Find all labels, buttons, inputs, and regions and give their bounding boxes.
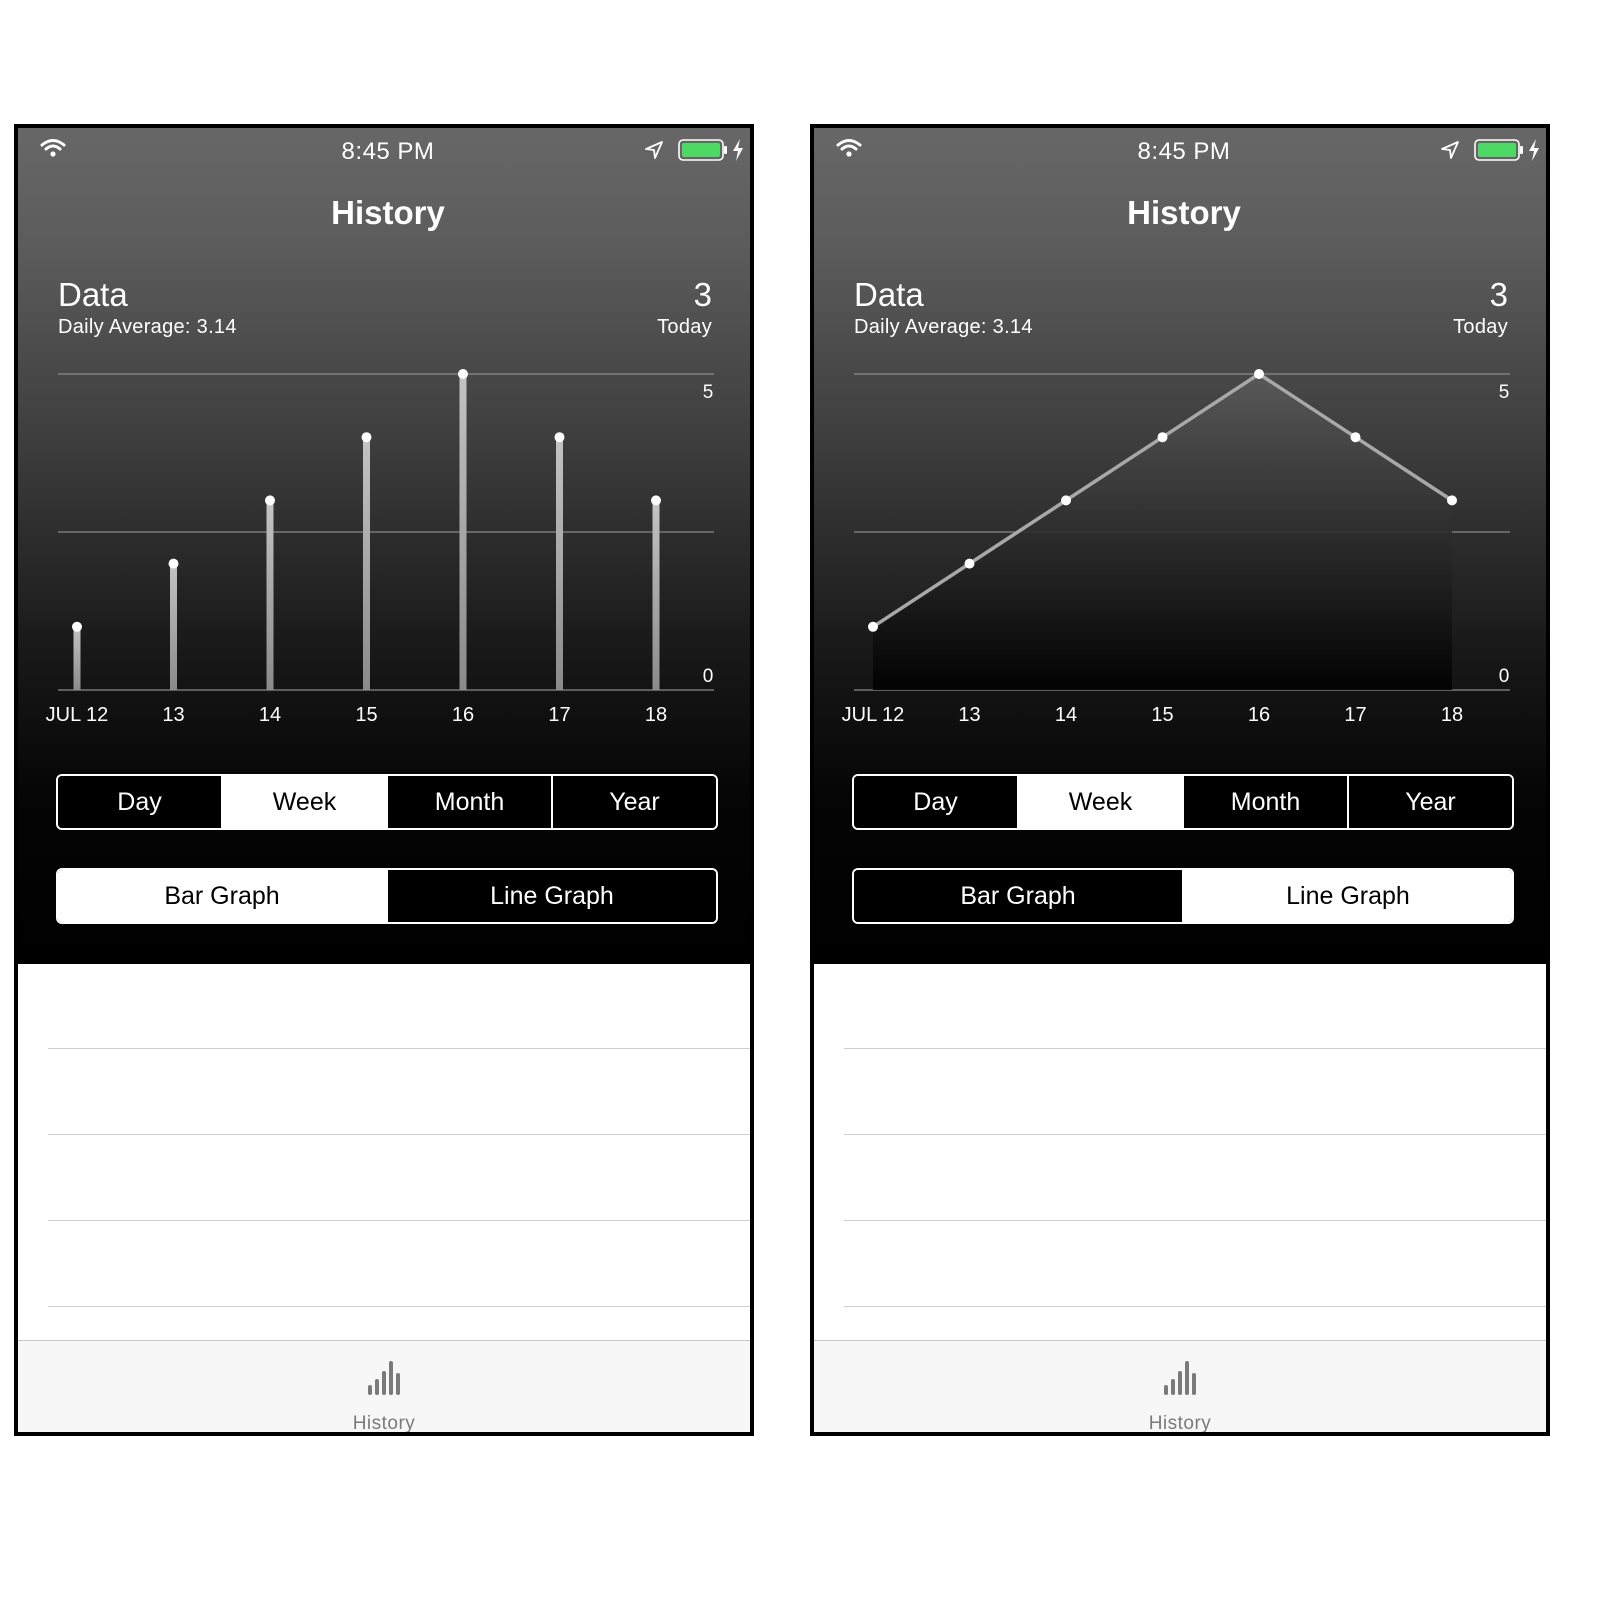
x-tick-label: 18	[1441, 704, 1463, 726]
x-tick-label: 16	[452, 704, 474, 726]
range-month-button[interactable]: Month	[1182, 776, 1347, 828]
x-tick-label: JUL 12	[46, 704, 109, 726]
x-tick-label: 16	[1248, 704, 1270, 726]
x-tick-label: JUL 12	[842, 704, 905, 726]
history-list	[18, 964, 750, 1340]
bar	[266, 500, 274, 690]
data-point	[868, 621, 878, 632]
tab-history[interactable]: History	[814, 1341, 1546, 1434]
list-separator	[48, 1220, 750, 1221]
bar-chart: 5 0 JUL 12 13 14 15 16 17 18	[46, 369, 714, 726]
x-tick-label: 14	[1055, 704, 1077, 726]
list-separator	[844, 1134, 1546, 1135]
data-point	[964, 558, 975, 569]
graph-bar-graph-button[interactable]: Bar Graph	[58, 870, 386, 922]
graph-type-segmented-control: Bar Graph Line Graph	[56, 868, 718, 924]
list-separator	[844, 1048, 1546, 1049]
tab-bar: History	[18, 1340, 750, 1434]
bar	[652, 500, 660, 690]
data-point	[361, 432, 372, 443]
x-tick-label: 15	[355, 704, 377, 726]
range-segmented-control: Day Week Month Year	[56, 774, 718, 830]
bar	[363, 437, 370, 690]
graph-bar-graph-button[interactable]: Bar Graph	[854, 870, 1182, 922]
line-chart: 5 0 JUL 12 13 14 15 16 17 18	[842, 369, 1510, 726]
phone-screen-bar-graph: 8:45 PM History Data Daily Average: 3.14…	[14, 124, 754, 1436]
y-tick-label: 5	[703, 382, 714, 403]
tab-label: History	[352, 1413, 416, 1434]
x-tick-label: 18	[645, 704, 667, 726]
x-tick-label: 15	[1151, 704, 1173, 726]
bar	[73, 626, 81, 690]
tab-history[interactable]: History	[18, 1341, 750, 1434]
data-point	[265, 495, 275, 506]
x-tick-label: 13	[958, 704, 980, 726]
range-week-button[interactable]: Week	[221, 776, 386, 828]
data-point	[651, 495, 661, 506]
graph-type-segmented-control: Bar Graph Line Graph	[852, 868, 1514, 924]
history-list	[814, 964, 1546, 1340]
range-segmented-control: Day Week Month Year	[852, 774, 1514, 830]
bar-chart-icon	[1164, 1361, 1196, 1395]
range-month-button[interactable]: Month	[386, 776, 551, 828]
range-day-button[interactable]: Day	[58, 776, 221, 828]
bar-chart-icon	[368, 1361, 400, 1395]
x-tick-label: 17	[548, 704, 570, 726]
list-separator	[844, 1306, 1546, 1307]
header-panel: 8:45 PM History Data Daily Average: 3.14…	[18, 128, 750, 964]
data-point	[1350, 432, 1361, 443]
bar	[556, 437, 563, 690]
range-day-button[interactable]: Day	[854, 776, 1017, 828]
bar	[459, 374, 467, 690]
tab-label: History	[1148, 1413, 1212, 1434]
x-tick-label: 13	[162, 704, 184, 726]
range-year-button[interactable]: Year	[1347, 776, 1512, 828]
data-point	[1061, 495, 1071, 506]
y-tick-label: 5	[1499, 382, 1510, 403]
list-separator	[48, 1306, 750, 1307]
list-separator	[844, 1220, 1546, 1221]
y-tick-label: 0	[1499, 666, 1510, 687]
range-year-button[interactable]: Year	[551, 776, 716, 828]
data-point	[72, 621, 82, 632]
tab-bar: History	[814, 1340, 1546, 1434]
phone-screen-line-graph: 8:45 PM History Data Daily Average: 3.14…	[810, 124, 1550, 1436]
x-tick-label: 14	[259, 704, 281, 726]
graph-line-graph-button[interactable]: Line Graph	[386, 870, 716, 922]
list-separator	[48, 1048, 750, 1049]
data-point	[168, 558, 179, 569]
data-point	[554, 432, 565, 443]
x-tick-label: 17	[1344, 704, 1366, 726]
data-point	[1254, 369, 1264, 379]
y-tick-label: 0	[703, 666, 714, 687]
range-week-button[interactable]: Week	[1017, 776, 1182, 828]
graph-line-graph-button[interactable]: Line Graph	[1182, 870, 1512, 922]
bar	[170, 563, 177, 690]
data-point	[1447, 495, 1457, 506]
header-panel: 8:45 PM History Data Daily Average: 3.14…	[814, 128, 1546, 964]
list-separator	[48, 1134, 750, 1135]
data-point	[458, 369, 468, 379]
data-point	[1157, 432, 1168, 443]
